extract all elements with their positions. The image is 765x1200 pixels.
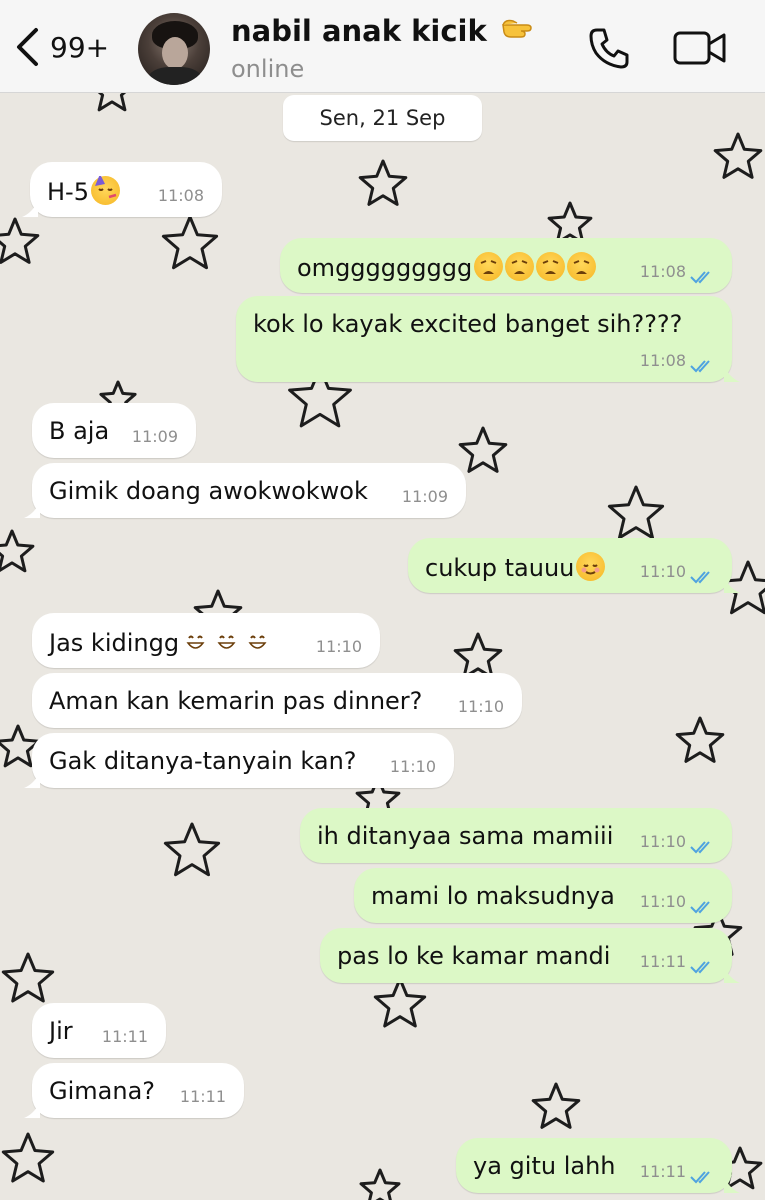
outgoing-message[interactable]: ya gitu lahh 11:11	[456, 1138, 740, 1193]
weary-face-emoji-icon	[567, 252, 597, 281]
bubble-tail	[724, 366, 740, 382]
incoming-message[interactable]: Jas kidingg 11:10	[32, 613, 380, 668]
star-decoration	[1, 1132, 55, 1183]
party-face-emoji-icon	[90, 176, 120, 205]
unread-count: 99+	[50, 30, 110, 64]
weary-face-emoji-icon	[474, 252, 504, 281]
outgoing-message[interactable]: ih ditanyaa sama mamiii 11:10	[300, 808, 732, 863]
phone-icon[interactable]	[587, 26, 631, 70]
outgoing-message[interactable]: cukup tauuu 11:10	[408, 538, 740, 593]
message-time: 11:11	[639, 1162, 686, 1181]
read-receipt-icon	[690, 263, 716, 284]
message-time: 11:08	[639, 351, 686, 370]
star-decoration	[1, 952, 55, 1003]
message-time: 11:09	[131, 427, 178, 446]
star-decoration	[547, 201, 593, 245]
message-time: 11:10	[639, 832, 686, 851]
grinning-face-emoji-icon	[181, 627, 210, 656]
message-text: ya gitu lahh	[473, 1152, 616, 1180]
message-text: H-5	[47, 176, 120, 206]
star-decoration	[358, 159, 408, 206]
message-text: omggggggggg	[297, 252, 597, 282]
message-time: 11:08	[157, 186, 204, 205]
message-text: mami lo maksudnya	[371, 882, 615, 910]
read-receipt-icon	[690, 563, 716, 584]
message-text: Jas kidingg	[49, 627, 272, 657]
bubble-tail	[22, 201, 38, 217]
message-text: Jir	[49, 1017, 73, 1045]
bubble-tail	[24, 772, 40, 788]
grinning-face-emoji-icon	[243, 627, 272, 656]
outgoing-message[interactable]: mami lo maksudnya 11:10	[354, 868, 732, 923]
bubble-tail	[724, 1177, 740, 1193]
message-text: B aja	[49, 417, 110, 445]
pointing-hand-icon	[502, 19, 532, 38]
message-text: cukup tauuu	[425, 552, 606, 582]
message-time: 11:10	[389, 757, 436, 776]
video-call-icon[interactable]	[673, 30, 727, 66]
message-time: 11:11	[639, 952, 686, 971]
read-receipt-icon	[690, 893, 716, 914]
star-decoration	[675, 716, 725, 763]
outgoing-message[interactable]: kok lo kayak excited banget sih???? 11:08	[236, 296, 740, 382]
incoming-message[interactable]: H-5 11:08	[22, 162, 222, 217]
incoming-message[interactable]: Gak ditanya-tanyain kan? 11:10	[24, 733, 454, 788]
incoming-message[interactable]: Jir 11:11	[32, 1003, 166, 1058]
contact-name[interactable]: nabil anak kicik	[231, 14, 541, 48]
read-receipt-icon	[690, 953, 716, 974]
weary-face-emoji-icon	[505, 252, 535, 281]
back-button[interactable]: 99+	[14, 22, 109, 72]
message-time: 11:10	[457, 697, 504, 716]
message-time: 11:10	[639, 892, 686, 911]
message-text: pas lo ke kamar mandi	[337, 942, 611, 970]
star-decoration	[453, 632, 503, 679]
star-decoration	[163, 822, 221, 877]
star-decoration	[359, 1168, 401, 1200]
incoming-message[interactable]: B aja 11:09	[32, 403, 196, 458]
relieved-face-emoji-icon	[576, 552, 606, 581]
bubble-tail	[724, 967, 740, 983]
outgoing-message[interactable]: pas lo ke kamar mandi 11:11	[320, 928, 740, 983]
message-time: 11:11	[179, 1087, 226, 1106]
star-decoration	[713, 132, 763, 179]
message-time: 11:08	[639, 262, 686, 281]
read-receipt-icon	[690, 352, 716, 373]
incoming-message[interactable]: Gimik doang awokwokwok 11:09	[24, 463, 466, 518]
message-text: Aman kan kemarin pas dinner?	[49, 687, 423, 715]
bubble-tail	[24, 1102, 40, 1118]
avatar[interactable]	[138, 13, 210, 85]
message-text: Gak ditanya-tanyain kan?	[49, 747, 357, 775]
chat-header: 99+ nabil anak kicik online	[0, 0, 765, 93]
star-decoration	[0, 217, 40, 264]
read-receipt-icon	[690, 1163, 716, 1184]
grinning-face-emoji-icon	[212, 627, 241, 656]
star-decoration	[458, 426, 508, 473]
message-text: Gimik doang awokwokwok	[49, 477, 368, 505]
incoming-message[interactable]: Gimana? 11:11	[24, 1063, 244, 1118]
contact-status: online	[231, 55, 305, 83]
message-time: 11:10	[639, 562, 686, 581]
message-time: 11:10	[315, 637, 362, 656]
star-decoration	[161, 215, 219, 270]
bubble-tail	[24, 502, 40, 518]
message-text: kok lo kayak excited banget sih????	[253, 310, 683, 338]
outgoing-message[interactable]: omggggggggg 11:08	[280, 238, 732, 293]
star-decoration	[607, 485, 665, 540]
read-receipt-icon	[690, 833, 716, 854]
date-separator: Sen, 21 Sep	[283, 95, 482, 141]
weary-face-emoji-icon	[536, 252, 566, 281]
bubble-tail	[724, 577, 740, 593]
star-decoration	[531, 1082, 581, 1129]
star-decoration	[373, 977, 427, 1028]
message-time: 11:11	[101, 1027, 148, 1046]
chevron-left-icon	[17, 28, 38, 66]
star-decoration	[0, 529, 35, 573]
message-text: ih ditanyaa sama mamiii	[317, 822, 614, 850]
message-time: 11:09	[401, 487, 448, 506]
incoming-message[interactable]: Aman kan kemarin pas dinner? 11:10	[32, 673, 522, 728]
message-text: Gimana?	[49, 1077, 156, 1105]
